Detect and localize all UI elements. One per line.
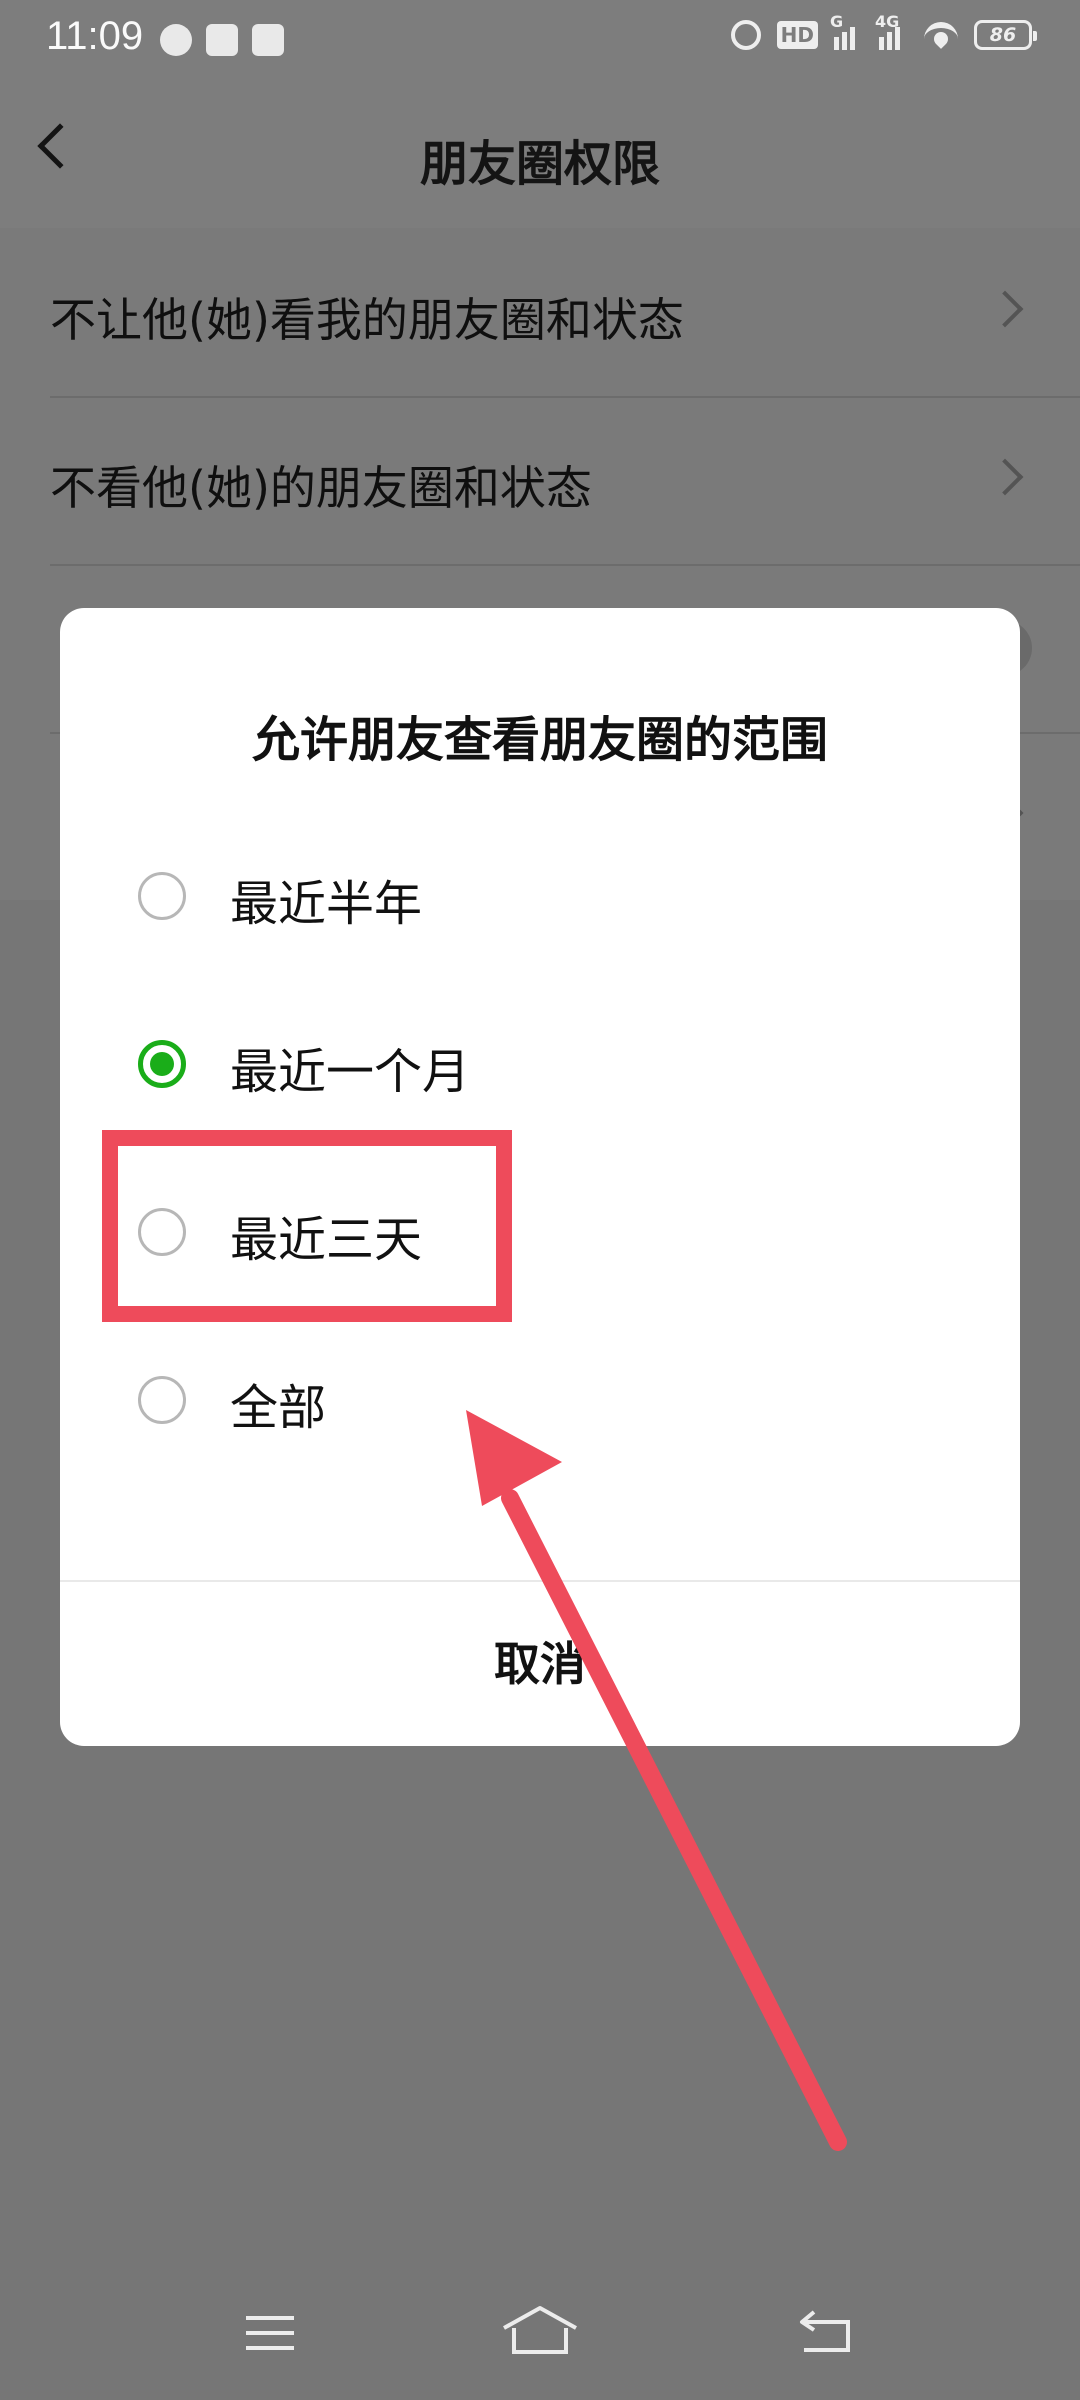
screen: 11:09 HD G 4G 86 朋友圈权限 不让他(她)看我的朋友圈和状态 不… — [0, 0, 1080, 2400]
home-icon[interactable] — [500, 2304, 580, 2356]
notification-icons — [160, 24, 284, 56]
status-bar: 11:09 HD G 4G 86 — [0, 0, 1080, 80]
speedometer-icon — [160, 24, 192, 56]
signal-type-label: G — [830, 12, 844, 31]
battery-icon: 86 — [974, 20, 1037, 50]
chevron-right-icon — [986, 290, 1024, 328]
menu-icon[interactable] — [246, 2316, 294, 2350]
lock-app-icon — [252, 24, 284, 56]
option-label: 全部 — [230, 1380, 327, 1436]
app-notification-icon — [206, 24, 238, 56]
chevron-right-icon — [986, 458, 1024, 496]
setting-row-hide-their-moments[interactable]: 不看他(她)的朋友圈和状态 — [0, 396, 1080, 564]
radio-button-checked[interactable] — [138, 1040, 186, 1088]
system-status-icons: HD G 4G 86 — [730, 12, 1037, 50]
radio-button[interactable] — [138, 1376, 186, 1424]
setting-label: 不看他(她)的朋友圈和状态 — [50, 461, 592, 515]
network-type-label: 4G — [875, 12, 900, 31]
page-title: 朋友圈权限 — [419, 136, 660, 192]
radio-button[interactable] — [138, 872, 186, 920]
signal-icon: G — [830, 12, 863, 50]
hd-voice-icon: HD — [776, 21, 818, 49]
option-label: 最近半年 — [230, 876, 423, 932]
system-nav-bar — [0, 2250, 1080, 2400]
alarm-icon — [730, 20, 761, 50]
signal-4g-icon: 4G — [875, 12, 908, 50]
option-label: 最近一个月 — [230, 1044, 471, 1100]
option-all[interactable]: 全部 — [60, 1316, 1020, 1484]
setting-label: 不让他(她)看我的朋友圈和状态 — [50, 293, 684, 347]
option-one-month[interactable]: 最近一个月 — [60, 980, 1020, 1148]
wifi-icon — [924, 22, 958, 48]
cancel-button[interactable]: 取消 — [60, 1582, 1020, 1746]
setting-row-hide-my-moments[interactable]: 不让他(她)看我的朋友圈和状态 — [0, 228, 1080, 396]
annotation-highlight-box — [102, 1130, 512, 1322]
back-icon[interactable] — [798, 2308, 852, 2354]
option-half-year[interactable]: 最近半年 — [60, 812, 1020, 980]
status-time: 11:09 — [46, 14, 144, 58]
nav-header: 朋友圈权限 — [0, 80, 1080, 228]
dialog-title: 允许朋友查看朋友圈的范围 — [251, 712, 828, 768]
